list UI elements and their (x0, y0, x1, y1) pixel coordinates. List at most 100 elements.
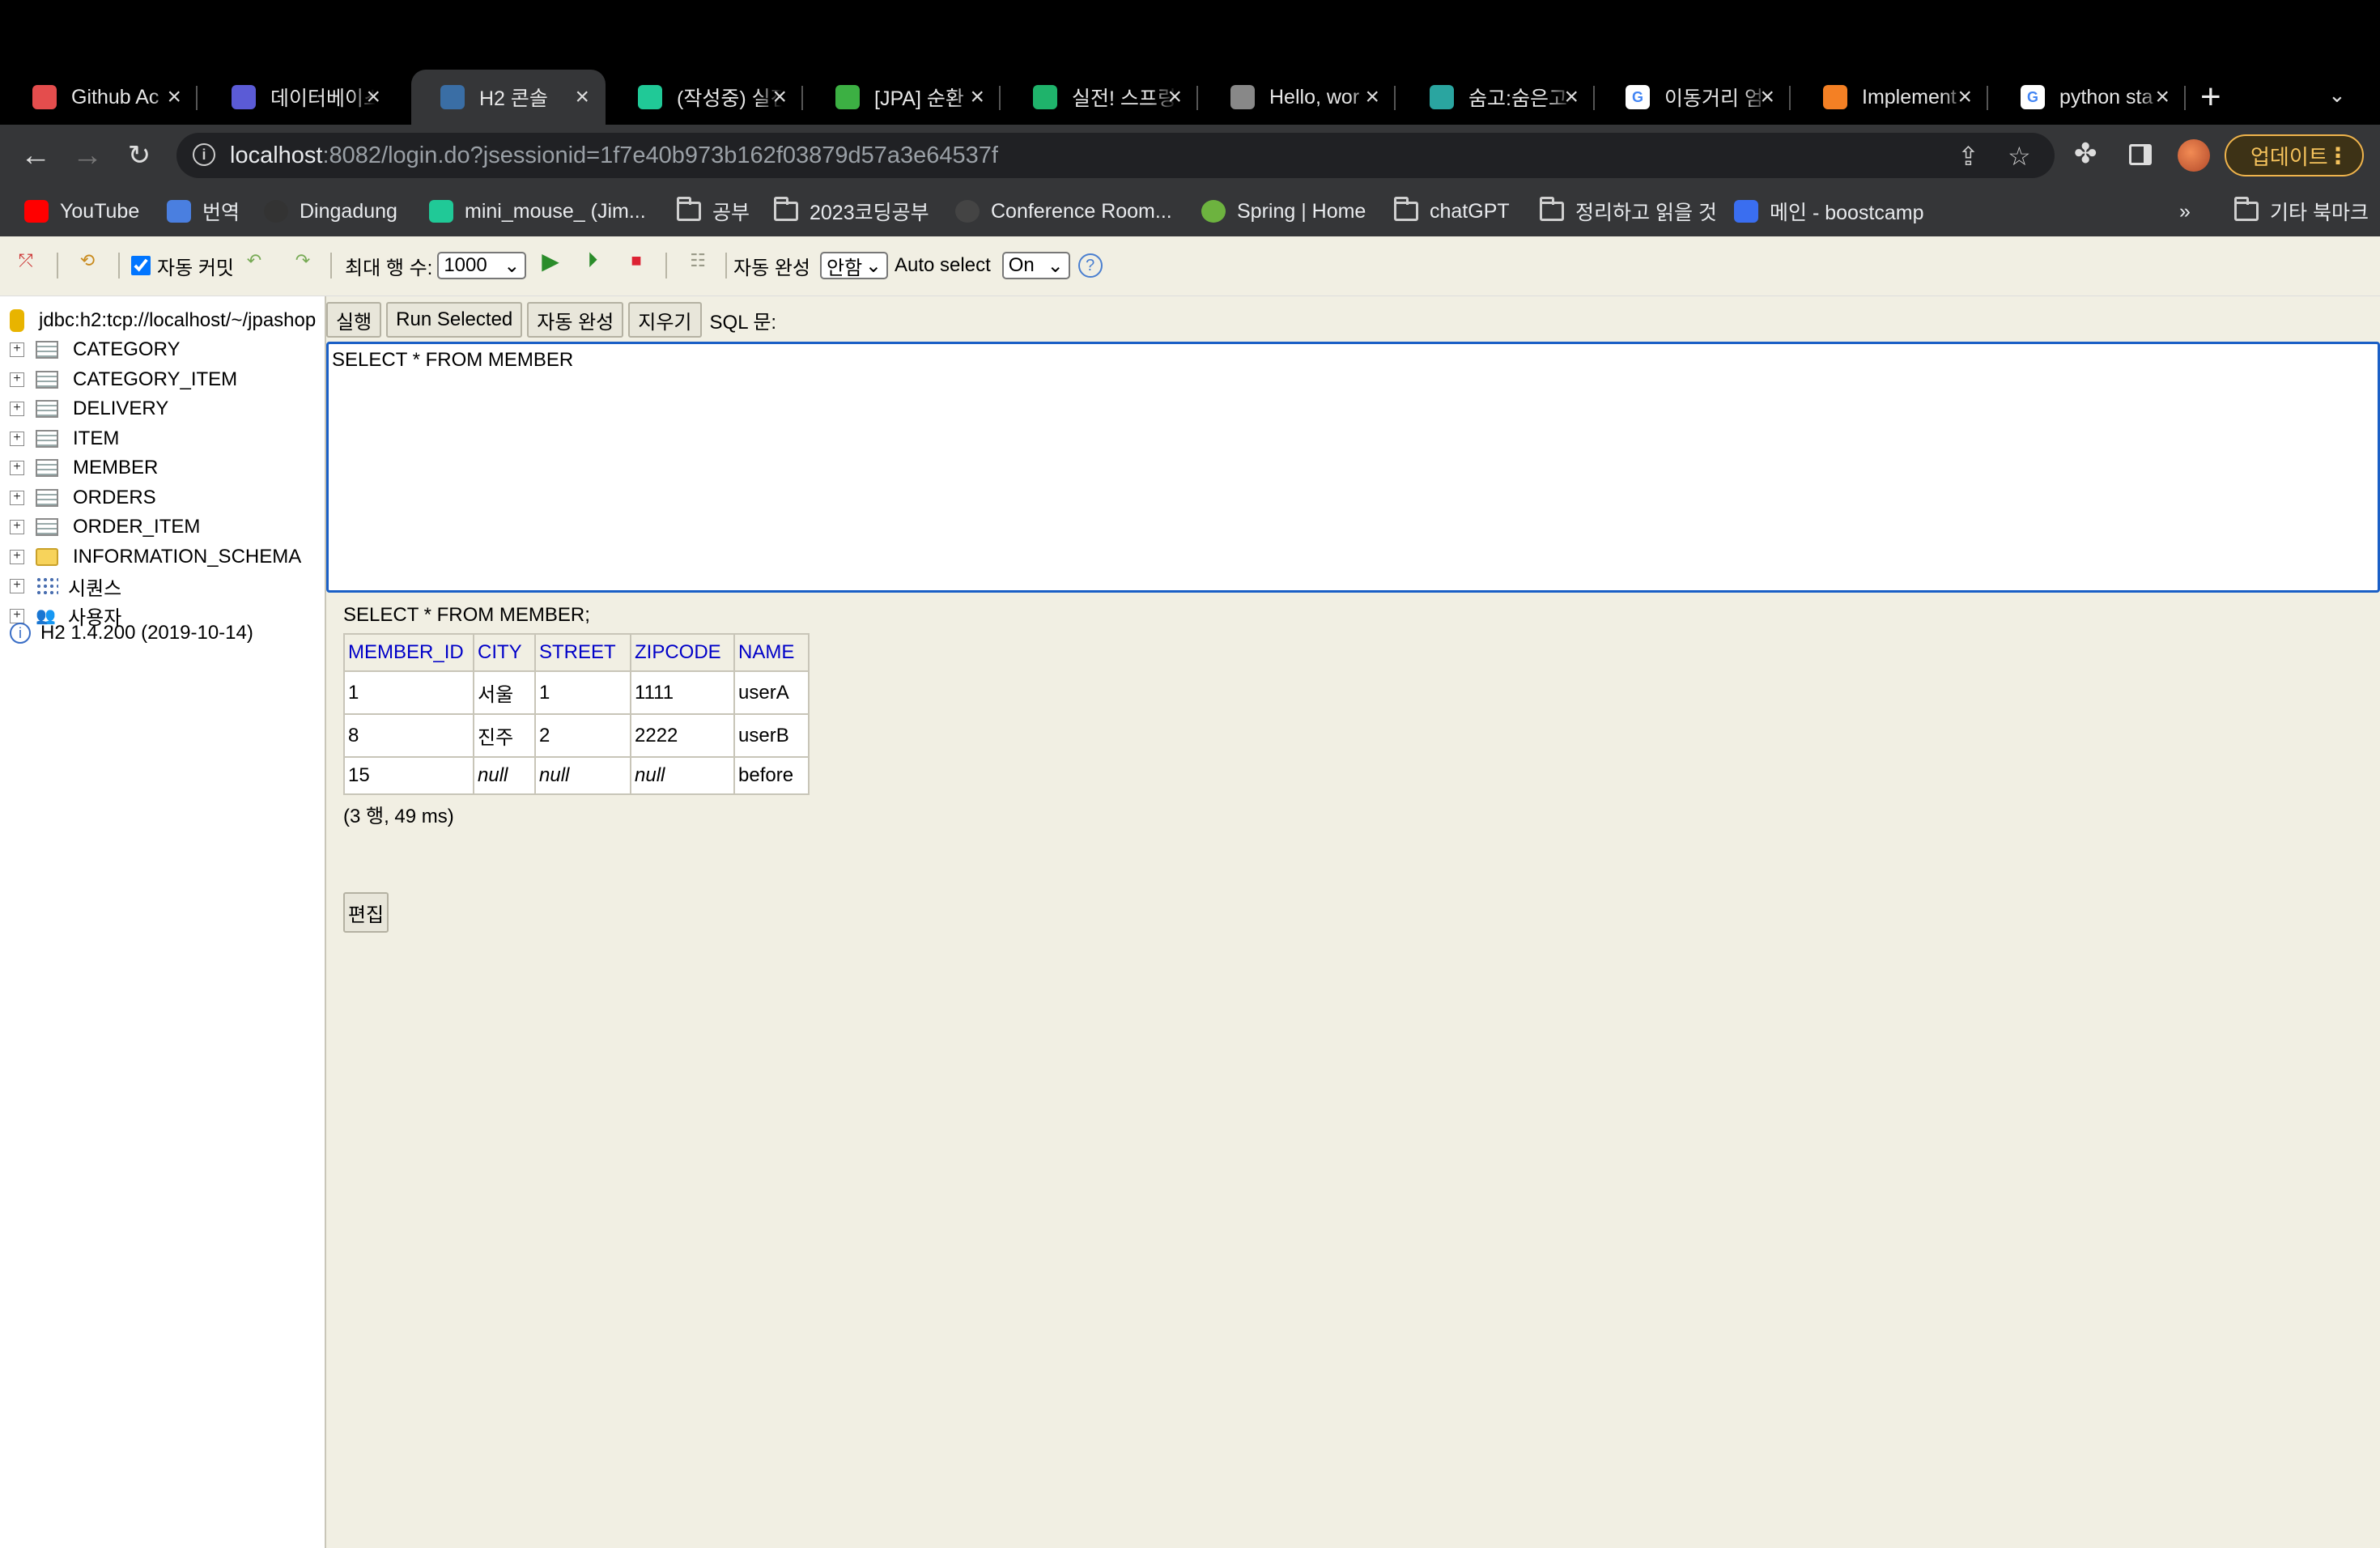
tree-node-member[interactable]: + MEMBER (10, 453, 158, 483)
tab-10[interactable]: Gpython sta × (1991, 70, 2186, 125)
close-icon[interactable]: × (970, 85, 984, 109)
tab-0[interactable]: Github Ac × (3, 70, 198, 125)
profile-avatar[interactable] (2178, 139, 2210, 172)
expand-icon[interactable]: + (10, 490, 24, 505)
bookmark-item[interactable]: mini_mouse_ (Jim... (429, 186, 646, 236)
column-header[interactable]: CITY (473, 633, 536, 672)
bookmark-item[interactable]: Spring | Home (1201, 186, 1366, 236)
tree-node-delivery[interactable]: + DELIVERY (10, 394, 168, 423)
tab-3[interactable]: (작성중) 실전 × (609, 70, 803, 125)
bookmark-star-icon[interactable]: ☆ (2008, 141, 2031, 172)
soomgo-icon (1430, 85, 1454, 109)
column-header[interactable]: MEMBER_ID (343, 633, 474, 672)
tree-node-order_item[interactable]: + ORDER_ITEM (10, 512, 200, 542)
history-icon[interactable]: ☷ (686, 249, 709, 272)
share-icon[interactable]: ⇪ (1957, 141, 1979, 172)
tab-title: H2 콘솔 (479, 87, 548, 110)
extensions-icon[interactable]: ✤ (2074, 138, 2097, 170)
expand-icon[interactable]: + (10, 402, 24, 416)
clear-button[interactable]: 지우기 (628, 302, 702, 338)
tab-4[interactable]: [JPA] 순환 × (806, 70, 1001, 125)
expand-icon[interactable]: + (10, 342, 24, 357)
reload-icon[interactable]: ↻ (118, 134, 160, 176)
tree-node-item[interactable]: + ITEM (10, 424, 119, 453)
bookmark-item[interactable]: 정리하고 읽을 것 (1540, 186, 1717, 236)
menu-dots-icon[interactable]: ⋮ (2327, 142, 2349, 169)
expand-icon[interactable]: + (10, 431, 24, 446)
tree-node-orders[interactable]: + ORDERS (10, 483, 156, 512)
column-header[interactable]: STREET (534, 633, 631, 672)
commit-icon[interactable]: ↷ (291, 249, 314, 272)
tree-node-information_schema[interactable]: + INFORMATION_SCHEMA (10, 542, 301, 572)
bookmarks-more-button[interactable]: » (2179, 186, 2191, 236)
connection-node[interactable]: jdbc:h2:tcp://localhost/~/jpashop (10, 306, 316, 335)
disconnect-icon[interactable]: ⤱ (15, 249, 37, 272)
bookmark-item[interactable]: 메인 - boostcamp (1734, 186, 1924, 236)
expand-icon[interactable]: + (10, 549, 24, 564)
help-icon[interactable]: ? (1077, 253, 1103, 278)
tree-node-시퀀스[interactable]: + 시퀀스 (10, 572, 121, 601)
tree-node-category_item[interactable]: + CATEGORY_ITEM (10, 365, 237, 394)
refresh-icon[interactable]: ⟲ (76, 249, 99, 272)
expand-icon[interactable]: + (10, 520, 24, 534)
autocommit-checkbox[interactable] (131, 256, 151, 275)
close-icon[interactable]: × (772, 85, 787, 109)
site-info-icon[interactable]: i (193, 143, 215, 166)
side-panel-icon[interactable] (2129, 144, 2152, 165)
autocomplete-button[interactable]: 자동 완성 (527, 302, 624, 338)
tab-search-icon[interactable]: ⌄ (2328, 83, 2346, 108)
close-icon[interactable]: × (366, 85, 380, 109)
expand-icon[interactable]: + (10, 579, 24, 593)
close-icon[interactable]: × (1365, 85, 1379, 109)
tree-node-category[interactable]: + CATEGORY (10, 335, 180, 364)
table-icon (36, 429, 58, 448)
run-selected-button[interactable]: Run Selected (386, 302, 523, 338)
expand-icon[interactable]: + (10, 372, 24, 387)
run-selected-icon[interactable]: ⏵ (581, 248, 604, 272)
rollback-icon[interactable]: ↶ (243, 249, 266, 272)
update-button[interactable]: 업데이트 ⋮ (2225, 134, 2364, 176)
sql-button-row: 실행 Run Selected 자동 완성 지우기 SQL 문: (326, 296, 776, 343)
close-icon[interactable]: × (1167, 85, 1182, 109)
column-header[interactable]: NAME (733, 633, 810, 672)
close-icon[interactable]: × (1564, 85, 1579, 109)
close-icon[interactable]: × (2155, 85, 2170, 109)
column-header[interactable]: ZIPCODE (630, 633, 735, 672)
bookmark-item[interactable]: YouTube (24, 186, 139, 236)
max-rows-select[interactable]: 1000 ⌄ (437, 252, 527, 279)
new-tab-button[interactable]: + (2200, 70, 2221, 125)
forward-icon[interactable]: → (66, 134, 108, 176)
close-icon[interactable]: × (1957, 85, 1972, 109)
bookmark-item[interactable]: chatGPT (1394, 186, 1510, 236)
bookmark-item[interactable]: 번역 (167, 186, 240, 236)
back-icon[interactable]: ← (15, 134, 57, 176)
autocommit-toggle[interactable]: 자동 커밋 (131, 249, 234, 282)
table-cell: null (534, 756, 631, 795)
close-icon[interactable]: × (1760, 85, 1774, 109)
tab-7[interactable]: 숨고:숨은고수× (1400, 70, 1595, 125)
other-bookmarks[interactable]: 기타 북마크 (2234, 186, 2369, 236)
folder-icon (774, 197, 798, 223)
sql-editor[interactable]: SELECT * FROM MEMBER (326, 342, 2380, 593)
tab-6[interactable]: Hello, wor × (1201, 70, 1396, 125)
bookmark-item[interactable]: 공부 (677, 186, 750, 236)
bookmark-item[interactable]: Dingadung (264, 186, 397, 236)
bookmark-item[interactable]: Conference Room... (955, 186, 1172, 236)
expand-icon[interactable]: + (10, 461, 24, 475)
close-icon[interactable]: × (167, 85, 181, 109)
bookmark-item[interactable]: 2023코딩공부 (774, 186, 929, 236)
stop-icon[interactable]: ■ (625, 249, 648, 272)
address-url[interactable]: localhost:8082/login.do?jsessionid=1f7e4… (230, 142, 998, 169)
run-icon[interactable]: ▶ (539, 249, 562, 274)
tab-5[interactable]: 실전! 스프링 × (1004, 70, 1198, 125)
tab-2[interactable]: H2 콘솔 × (411, 70, 606, 125)
tab-1[interactable]: 데이터베이스 × (202, 70, 397, 125)
edit-button[interactable]: 편집 (343, 892, 389, 933)
autocomplete-select[interactable]: 안함 ⌄ (820, 252, 888, 279)
autoselect-select[interactable]: On ⌄ (1001, 252, 1070, 279)
run-button[interactable]: 실행 (326, 302, 382, 338)
tab-9[interactable]: Implement × (1794, 70, 1988, 125)
address-bar[interactable]: i localhost:8082/login.do?jsessionid=1f7… (176, 133, 2055, 178)
tab-8[interactable]: G 이동거리 엄 × (1596, 70, 1791, 125)
close-icon[interactable]: × (575, 85, 589, 109)
